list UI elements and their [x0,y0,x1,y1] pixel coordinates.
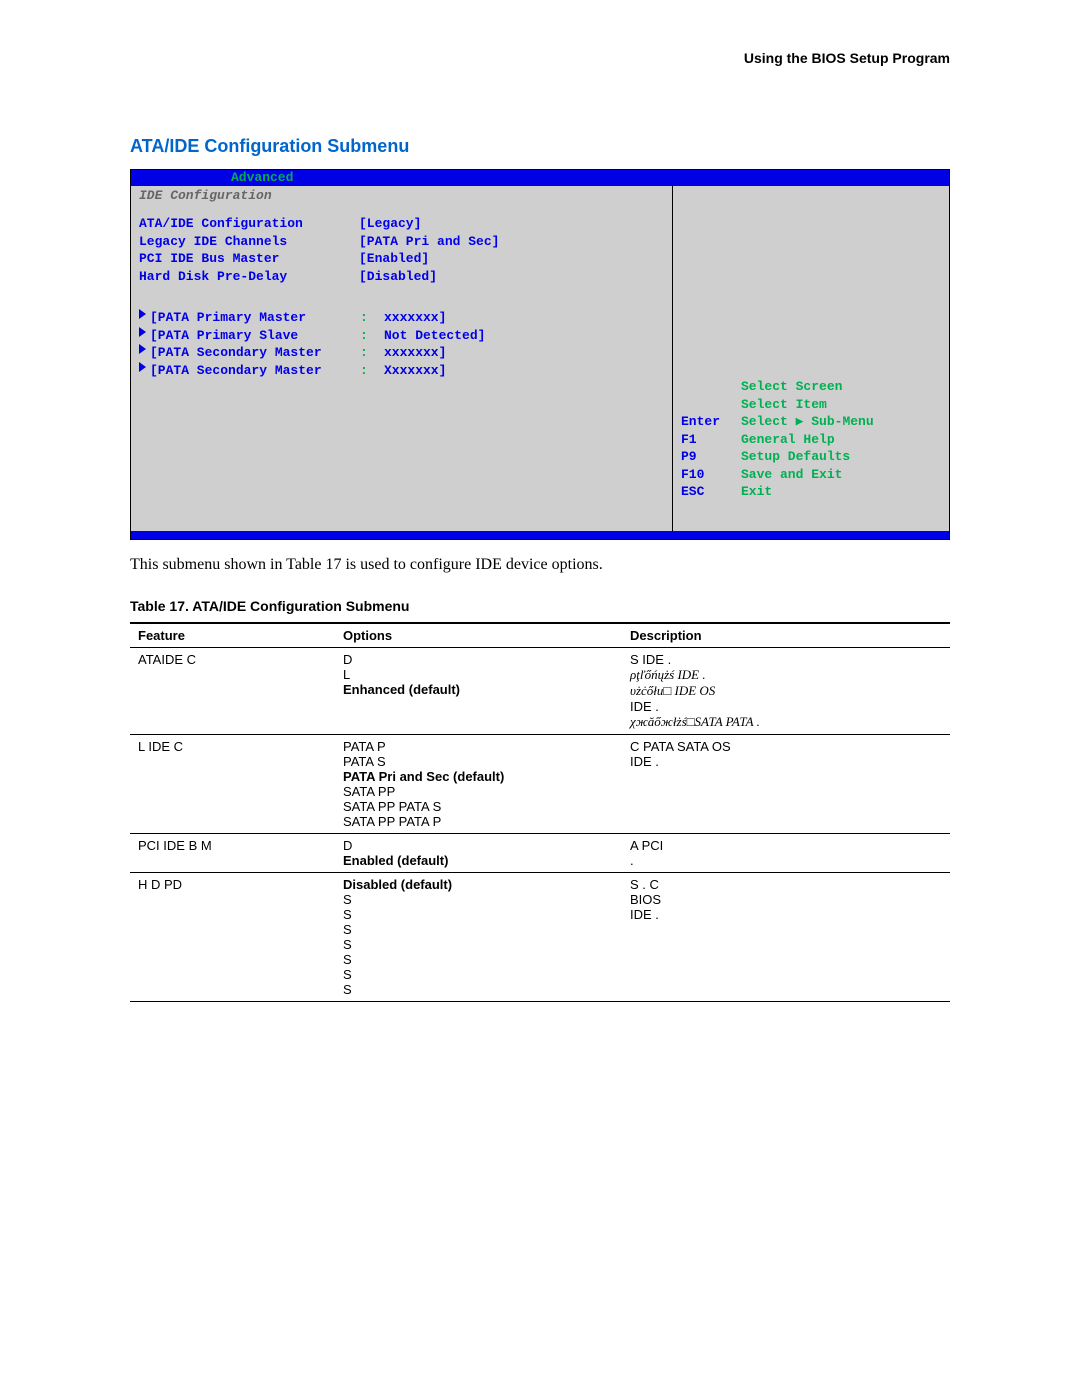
bios-help-row: ESCExit [681,483,941,501]
bios-setting-value: [Enabled] [359,250,429,268]
triangle-icon [139,327,146,337]
intro-text: This submenu shown in Table 17 is used t… [130,556,950,574]
bios-device-value: xxxxxxx] [384,344,446,362]
cell-options: DLEnhanced (default) [335,647,622,734]
bios-help-row: F1General Help [681,431,941,449]
bios-device-value: Xxxxxxx] [384,362,446,380]
bios-device-sep: : [360,344,384,362]
col-feature: Feature [130,623,335,648]
bios-device-row: [PATA Secondary Master :Xxxxxxx] [139,362,664,380]
bios-device-sep: : [360,309,384,327]
bios-content: IDE Configuration ATA/IDE Configuration[… [131,186,949,531]
cell-description: S IDE .ρţľőńųżś IDE .υżċőłu□ IDE OS IDE … [622,647,950,734]
bios-help-action: Save and Exit [741,466,842,484]
config-table: Feature Options Description ATAIDE CDLEn… [130,622,950,1002]
bios-help-key: Enter [681,413,741,431]
document-page: Using the BIOS Setup Program ATA/IDE Con… [0,0,1080,1397]
bios-setting-row: Hard Disk Pre-Delay[Disabled] [139,268,664,286]
bios-help-key [681,396,741,414]
bios-help-row: P9Setup Defaults [681,448,941,466]
table-header-row: Feature Options Description [130,623,950,648]
cell-feature: H D PD [130,872,335,1001]
bios-top-bar: Advanced [131,170,949,186]
cell-description: A PCI. [622,833,950,872]
cell-options: Disabled (default) S S S S S S S [335,872,622,1001]
page-header: Using the BIOS Setup Program [130,50,950,66]
bios-setting-row: PCI IDE Bus Master[Enabled] [139,250,664,268]
bios-device-sep: : [360,362,384,380]
cell-description: S . C BIOS IDE . [622,872,950,1001]
table-row: H D PDDisabled (default) S S S S S S SS … [130,872,950,1001]
bios-help-action: Select Screen [741,378,842,396]
bios-help-row: EnterSelect ▶ Sub-Menu [681,413,941,431]
cell-options: PATA PPATA SPATA Pri and Sec (default)SA… [335,734,622,833]
bios-setting-label: Legacy IDE Channels [139,233,359,251]
cell-feature: PCI IDE B M [130,833,335,872]
bios-subtitle: IDE Configuration [139,188,664,203]
cell-feature: ATAIDE C [130,647,335,734]
bios-device-label: [PATA Primary Slave [150,327,360,345]
bios-setting-label: Hard Disk Pre-Delay [139,268,359,286]
bios-help-row: F10Save and Exit [681,466,941,484]
bios-screenshot: Advanced IDE Configuration ATA/IDE Confi… [130,169,950,540]
triangle-icon [139,362,146,372]
bios-help-action: Select Item [741,396,827,414]
table-row: L IDE CPATA PPATA SPATA Pri and Sec (def… [130,734,950,833]
bios-device-row: [PATA Primary Master :xxxxxxx] [139,309,664,327]
bios-setting-label: PCI IDE Bus Master [139,250,359,268]
table-row: ATAIDE CDLEnhanced (default)S IDE .ρţľőń… [130,647,950,734]
bios-help-key: F10 [681,466,741,484]
bios-right-panel: Select ScreenSelect ItemEnterSelect ▶ Su… [673,186,949,531]
bios-help-key: F1 [681,431,741,449]
triangle-icon [139,344,146,354]
bios-setting-row: ATA/IDE Configuration[Legacy] [139,215,664,233]
triangle-icon [139,309,146,319]
col-options: Options [335,623,622,648]
bios-device-label: [PATA Secondary Master [150,362,360,380]
bios-setting-row: Legacy IDE Channels[PATA Pri and Sec] [139,233,664,251]
bios-device-row: [PATA Secondary Master :xxxxxxx] [139,344,664,362]
bios-help-row: Select Screen [681,378,941,396]
cell-description: C PATA SATA OS IDE . [622,734,950,833]
bios-left-panel: IDE Configuration ATA/IDE Configuration[… [131,186,673,531]
section-title: ATA/IDE Configuration Submenu [130,136,950,157]
bios-device-row: [PATA Primary Slave :Not Detected] [139,327,664,345]
bios-tab-advanced: Advanced [131,170,293,186]
bios-device-value: Not Detected] [384,327,485,345]
col-description: Description [622,623,950,648]
bios-device-label: [PATA Primary Master [150,309,360,327]
bios-device-value: xxxxxxx] [384,309,446,327]
bios-device-sep: : [360,327,384,345]
cell-feature: L IDE C [130,734,335,833]
bios-help-action: Exit [741,483,772,501]
bios-setting-value: [PATA Pri and Sec] [359,233,499,251]
bios-help-key: ESC [681,483,741,501]
bios-help-key [681,378,741,396]
bios-setting-label: ATA/IDE Configuration [139,215,359,233]
bios-setting-value: [Legacy] [359,215,421,233]
bios-help-row: Select Item [681,396,941,414]
bios-help-action: Select ▶ Sub-Menu [741,413,874,431]
bios-setting-value: [Disabled] [359,268,437,286]
table-row: PCI IDE B MDEnabled (default)A PCI. [130,833,950,872]
bios-help-action: General Help [741,431,835,449]
bios-help-action: Setup Defaults [741,448,850,466]
cell-options: DEnabled (default) [335,833,622,872]
bios-bottom-bar [131,531,949,539]
bios-device-label: [PATA Secondary Master [150,344,360,362]
bios-help-key: P9 [681,448,741,466]
table-caption: Table 17. ATA/IDE Configuration Submenu [130,598,950,614]
